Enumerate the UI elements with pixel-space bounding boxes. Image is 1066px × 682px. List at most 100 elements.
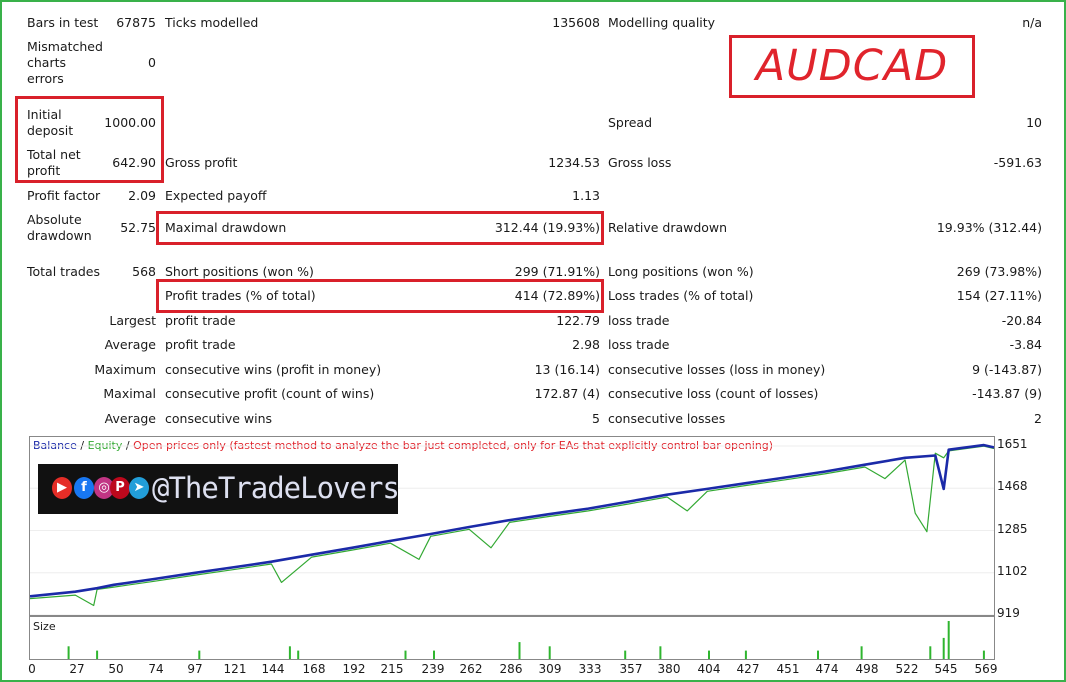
x-tick-label-13: 309 xyxy=(538,662,562,676)
deposit-profit-highlight xyxy=(15,96,164,183)
loss-trades-value: 154 (27.11%) xyxy=(956,288,1042,303)
size-bar-14 xyxy=(860,646,863,659)
max-consecutive-wins-label: consecutive wins (profit in money) xyxy=(165,362,382,377)
size-chart: Size xyxy=(29,616,995,660)
gross-profit-label: Gross profit xyxy=(165,155,238,170)
largest-profit-label: profit trade xyxy=(165,313,236,328)
max-consecutive-wins-value: 13 (16.14) xyxy=(534,362,600,377)
x-tick-label-23: 545 xyxy=(934,662,958,676)
size-bar-3 xyxy=(288,646,291,659)
avg-consecutive-wins-label: consecutive wins xyxy=(165,411,273,426)
size-bar-8 xyxy=(548,646,551,659)
y-tick-label-0: 1651 xyxy=(997,437,1028,451)
x-tick-label-8: 192 xyxy=(342,662,366,676)
size-bar-2 xyxy=(198,650,201,659)
max-consecutive-losses-value: 9 (-143.87) xyxy=(972,362,1042,377)
short-positions-label: Short positions (won %) xyxy=(165,264,314,279)
relative-drawdown-label: Relative drawdown xyxy=(608,220,728,235)
size-bar-17 xyxy=(947,621,950,659)
relative-drawdown-value: 19.93% (312.44) xyxy=(936,220,1042,235)
ticks-modelled-value: 135608 xyxy=(552,15,600,30)
bars-in-test-value: 67875 xyxy=(116,15,156,30)
maximal-label: Maximal xyxy=(103,386,156,401)
short-positions-value: 299 (71.91%) xyxy=(514,264,600,279)
x-tick-label-15: 357 xyxy=(619,662,643,676)
size-bar-4 xyxy=(297,650,300,659)
brand-overlay: ▶ f ◎ P ➤ @TheTradeLovers xyxy=(38,464,400,514)
x-tick-label-3: 74 xyxy=(148,662,164,676)
symbol-badge: AUDCAD xyxy=(729,35,975,98)
expected-payoff-value: 1.13 xyxy=(572,188,600,203)
largest-loss-value: -20.84 xyxy=(1001,313,1042,328)
ticks-modelled-label: Ticks modelled xyxy=(165,15,259,30)
x-tick-label-16: 380 xyxy=(657,662,681,676)
avg-consecutive-losses-value: 2 xyxy=(1034,411,1042,426)
x-tick-label-17: 404 xyxy=(697,662,721,676)
size-bar-0 xyxy=(67,646,70,659)
bars-in-test-label: Bars in test xyxy=(27,15,99,30)
absolute-drawdown-label-line1: Absolute xyxy=(27,212,82,227)
spread-value: 10 xyxy=(1026,115,1042,130)
mismatched-label-line2: charts xyxy=(27,55,67,70)
absolute-drawdown-value: 52.75 xyxy=(120,220,156,235)
size-plot xyxy=(67,621,985,659)
mismatched-label-line1: Mismatched xyxy=(27,39,103,54)
y-tick-label-3: 1102 xyxy=(997,564,1028,578)
maximal-consecutive-loss-label: consecutive loss (count of losses) xyxy=(608,386,819,401)
x-tick-label-2: 50 xyxy=(108,662,124,676)
balance-equity-chart: Balance / Equity / Open prices only (fas… xyxy=(29,436,995,616)
average-label: Average xyxy=(104,337,156,352)
x-tick-label-7: 168 xyxy=(302,662,326,676)
avg-consecutive-losses-label: consecutive losses xyxy=(608,411,726,426)
modelling-quality-label: Modelling quality xyxy=(608,15,716,30)
largest-loss-label: loss trade xyxy=(608,313,670,328)
x-tick-label-0: 0 xyxy=(28,662,36,676)
x-tick-label-12: 286 xyxy=(499,662,523,676)
x-tick-label-11: 262 xyxy=(459,662,483,676)
x-tick-label-21: 498 xyxy=(855,662,879,676)
modelling-quality-value: n/a xyxy=(1022,15,1042,30)
size-bar-12 xyxy=(744,650,747,659)
largest-label: Largest xyxy=(109,313,156,328)
profit-factor-value: 2.09 xyxy=(128,188,156,203)
y-tick-label-4: 919 xyxy=(997,606,1020,620)
gross-loss-label: Gross loss xyxy=(608,155,672,170)
max-consecutive-losses-label: consecutive losses (loss in money) xyxy=(608,362,826,377)
total-trades-label: Total trades xyxy=(27,264,101,279)
maximal-consecutive-profit-value: 172.87 (4) xyxy=(534,386,600,401)
size-bar-6 xyxy=(433,650,435,659)
telegram-icon: ➤ xyxy=(129,477,149,499)
size-bar-11 xyxy=(708,650,710,659)
average-loss-value: -3.84 xyxy=(1009,337,1042,352)
maximal-consecutive-loss-value: -143.87 (9) xyxy=(972,386,1042,401)
long-positions-label: Long positions (won %) xyxy=(608,264,754,279)
x-tick-label-5: 121 xyxy=(223,662,247,676)
x-tick-label-1: 27 xyxy=(69,662,85,676)
maximum-label: Maximum xyxy=(94,362,156,377)
brand-handle: @TheTradeLovers xyxy=(152,471,400,505)
youtube-icon: ▶ xyxy=(52,477,72,499)
mismatched-value: 0 xyxy=(148,55,156,70)
strategy-report: Bars in test 67875 Ticks modelled 135608… xyxy=(0,0,1066,432)
largest-profit-value: 122.79 xyxy=(556,313,600,328)
x-tick-label-19: 451 xyxy=(776,662,800,676)
y-tick-label-2: 1285 xyxy=(997,522,1028,536)
x-tick-label-22: 522 xyxy=(895,662,919,676)
average-profit-label: profit trade xyxy=(165,337,236,352)
y-tick-label-1: 1468 xyxy=(997,479,1028,493)
x-tick-label-6: 144 xyxy=(261,662,285,676)
gross-loss-value: -591.63 xyxy=(993,155,1042,170)
size-bar-9 xyxy=(624,650,627,659)
size-bar-7 xyxy=(518,642,521,659)
size-bar-15 xyxy=(929,646,932,659)
x-tick-label-18: 427 xyxy=(736,662,760,676)
maximal-consecutive-profit-label: consecutive profit (count of wins) xyxy=(165,386,375,401)
expected-payoff-label: Expected payoff xyxy=(165,188,267,203)
average-profit-value: 2.98 xyxy=(572,337,600,352)
max-drawdown-highlight xyxy=(156,211,604,245)
facebook-icon: f xyxy=(74,477,94,499)
long-positions-value: 269 (73.98%) xyxy=(956,264,1042,279)
pinterest-icon: P xyxy=(110,477,130,499)
x-tick-label-24: 569 xyxy=(974,662,998,676)
size-bar-18 xyxy=(982,650,985,659)
